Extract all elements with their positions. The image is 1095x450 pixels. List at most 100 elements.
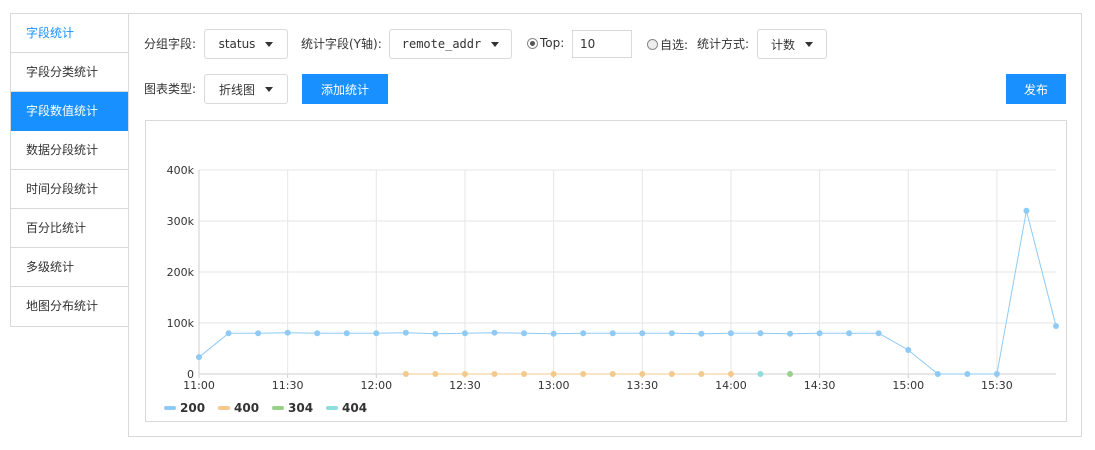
method-dropdown[interactable]: 计数 — [757, 29, 827, 59]
series-200-point — [905, 347, 912, 354]
x-tick-label: 15:30 — [981, 379, 1013, 392]
legend-200-label: 200 — [180, 401, 205, 415]
series-400-point — [461, 371, 468, 377]
series-200-point — [639, 330, 646, 337]
sidebar-item-field-stats[interactable]: 字段统计 — [11, 14, 128, 53]
publish-button[interactable]: 发布 — [1006, 74, 1066, 104]
series-200-point — [668, 330, 675, 337]
x-tick-label: 13:30 — [626, 379, 658, 392]
top-label: Top: — [540, 36, 565, 50]
series-200-point — [609, 330, 616, 337]
sidebar-item-time-segment-stats[interactable]: 时间分段统计 — [11, 170, 128, 209]
x-tick-label: 11:30 — [272, 379, 304, 392]
series-200-point — [993, 371, 1000, 377]
series-200-point — [727, 330, 734, 337]
series-200-point — [580, 330, 587, 337]
series-400-point — [727, 371, 734, 377]
caret-down-icon — [265, 41, 274, 47]
series-404-point — [757, 371, 764, 377]
legend-304-swatch — [272, 406, 284, 410]
series-200-point — [284, 329, 291, 336]
stat-field-label: 统计字段(Y轴): — [301, 37, 382, 51]
sidebar-item-field-value-stats[interactable]: 字段数值统计 — [11, 92, 128, 131]
series-200-point — [373, 330, 380, 337]
legend-304-label: 304 — [288, 401, 313, 415]
series-200-point — [402, 329, 409, 336]
chart-type-dropdown[interactable]: 折线图 — [204, 74, 288, 104]
series-200-point — [816, 330, 823, 337]
radio-checked-icon — [527, 37, 538, 49]
series-400-point — [521, 371, 528, 377]
sidebar-item-multilevel-stats[interactable]: 多级统计 — [11, 248, 128, 287]
series-200-point — [314, 330, 321, 337]
stat-field-value: remote_addr — [401, 37, 482, 51]
group-field-dropdown[interactable]: status — [204, 29, 288, 59]
series-200-point — [432, 330, 439, 337]
stat-field-dropdown[interactable]: remote_addr — [389, 29, 512, 59]
x-tick-label: 13:00 — [538, 379, 570, 392]
series-400-point — [698, 371, 705, 377]
group-field-value: status — [218, 37, 256, 51]
series-400-point — [668, 371, 675, 377]
x-tick-label: 14:00 — [715, 379, 747, 392]
method-value: 计数 — [770, 37, 795, 52]
x-tick-label: 12:30 — [449, 379, 481, 392]
main-panel: 分组字段: status 统计字段(Y轴): remote_addr Top: … — [128, 13, 1082, 437]
method-label: 统计方式: — [697, 37, 750, 51]
y-tick-label: 100k — [167, 317, 195, 330]
series-200-point — [196, 354, 202, 361]
series-200-point — [521, 330, 528, 337]
series-200-point — [550, 330, 557, 337]
line-chart: 0100k200k300k400k11:00 11:30 12:00 12:30 13:… — [164, 164, 1059, 415]
add-stat-button[interactable]: 添加统计 — [302, 74, 388, 104]
x-tick-label: 14:30 — [804, 379, 836, 392]
series-400-point — [609, 371, 616, 377]
series-200-line — [198, 210, 1057, 375]
series-200-point — [225, 330, 232, 337]
top-count-input[interactable] — [572, 30, 632, 58]
sidebar-item-percentage-stats[interactable]: 百分比统计 — [11, 209, 128, 248]
series-200-point — [343, 330, 350, 337]
chart-type-label: 图表类型: — [144, 82, 197, 96]
group-field-label: 分组字段: — [144, 37, 197, 51]
series-200-point — [934, 371, 941, 377]
radio-unchecked-icon — [647, 39, 658, 50]
series-200-point — [698, 330, 705, 337]
x-tick-label: 11:00 — [183, 379, 215, 392]
y-tick-label: 200k — [167, 266, 195, 279]
y-tick-label: 400k — [167, 164, 195, 177]
chart-container: 0 100k 200k 300k 400k 11:00 11:30 12:00 12:30 13:… — [145, 120, 1067, 422]
caret-down-icon — [805, 41, 813, 47]
caret-down-icon — [491, 41, 500, 47]
caret-down-icon — [265, 86, 273, 92]
sidebar-item-map-distribution-stats[interactable]: 地图分布统计 — [11, 287, 128, 326]
series-200-point — [846, 330, 853, 337]
series-200-point — [875, 330, 882, 337]
series-400-point — [491, 371, 498, 377]
y-tick-label: 300k — [167, 215, 195, 228]
series-200-point — [1023, 207, 1030, 214]
legend-200-swatch — [164, 406, 176, 410]
series-200-point — [461, 330, 468, 337]
sidebar-item-data-segment-stats[interactable]: 数据分段统计 — [11, 131, 128, 170]
series-200-point — [787, 330, 794, 337]
stats-sidebar: 字段统计 字段分类统计 字段数值统计 数据分段统计 时间分段统计 百分比统计 多… — [10, 13, 129, 327]
series-304-point — [787, 371, 794, 377]
custom-label: 自选: — [660, 38, 689, 52]
series-200-point — [1053, 323, 1059, 330]
series-400-point — [580, 371, 587, 377]
series-400-point — [550, 371, 557, 377]
x-tick-label: 12:00 — [360, 379, 392, 392]
legend-404-label: 404 — [342, 401, 367, 415]
series-200-point — [757, 330, 764, 337]
series-400-point — [432, 371, 439, 377]
series-200-point — [491, 329, 498, 336]
x-tick-label: 15:00 — [892, 379, 924, 392]
series-200-point — [964, 371, 971, 377]
sidebar-item-field-category-stats[interactable]: 字段分类统计 — [11, 53, 128, 92]
custom-radio[interactable]: 自选: — [647, 36, 688, 53]
series-400-point — [402, 371, 409, 377]
chart-type-value: 折线图 — [218, 82, 255, 97]
legend-400-swatch — [218, 406, 230, 410]
top-radio[interactable]: Top: — [527, 36, 564, 50]
